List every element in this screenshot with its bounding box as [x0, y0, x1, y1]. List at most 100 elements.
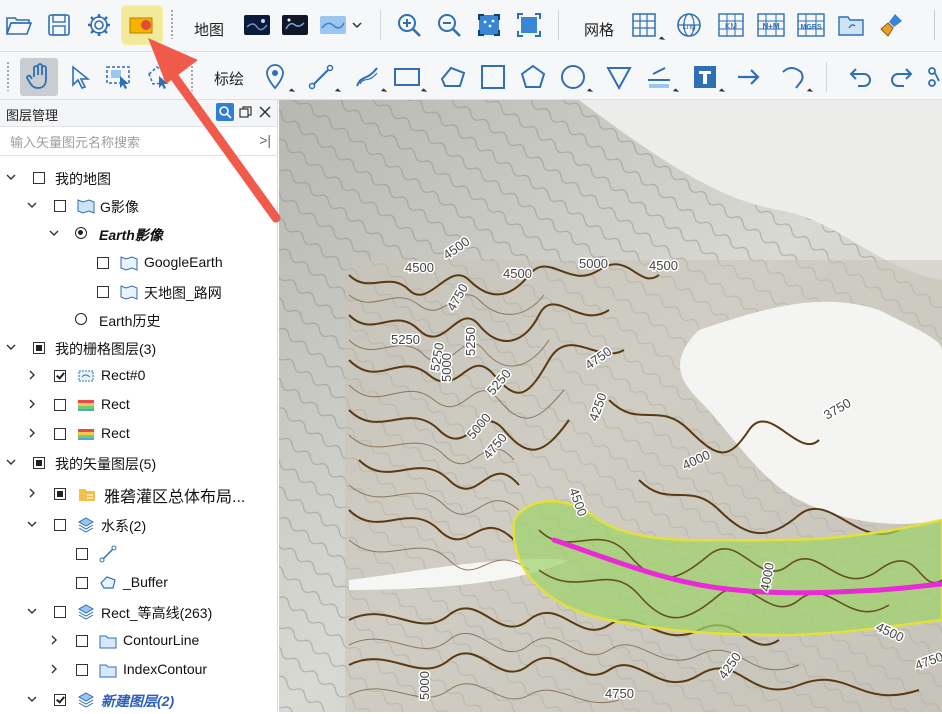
measure-icon[interactable]: [642, 60, 680, 95]
layer-checkbox[interactable]: [54, 370, 66, 382]
tree-node-g-imagery[interactable]: G影像: [0, 192, 278, 220]
hook-icon[interactable]: [776, 60, 814, 95]
select-polygon-icon[interactable]: [142, 60, 176, 94]
map-menu-label[interactable]: 地图: [194, 19, 224, 40]
rectangle-icon[interactable]: [390, 60, 428, 95]
layer-checkbox[interactable]: [97, 257, 109, 269]
chevron-right-icon[interactable]: [48, 663, 60, 675]
layer-checkbox[interactable]: [54, 519, 66, 531]
layer-checkbox[interactable]: [54, 428, 66, 440]
layer-radio[interactable]: [75, 227, 87, 239]
tree-node-rect0[interactable]: Rect#0: [0, 362, 278, 390]
layer-checkbox[interactable]: [76, 548, 88, 560]
circle-icon[interactable]: [556, 60, 594, 95]
tree-node-polyline-feature[interactable]: [0, 540, 278, 568]
full-extent-icon[interactable]: [512, 8, 546, 42]
layer-checkbox[interactable]: [33, 172, 45, 184]
grid-menu-label[interactable]: 网格: [584, 19, 614, 40]
curve-icon[interactable]: [350, 60, 388, 95]
chevron-right-icon[interactable]: [26, 427, 38, 439]
layer-checkbox[interactable]: [54, 488, 66, 500]
polygon-icon[interactable]: [436, 60, 470, 94]
settings-icon[interactable]: [82, 8, 116, 42]
chevron-down-icon[interactable]: [48, 227, 60, 239]
text-icon[interactable]: [688, 60, 726, 95]
undo-icon[interactable]: [844, 60, 878, 94]
tree-node-earth-history[interactable]: Earth历史: [0, 306, 278, 334]
layer-checkbox[interactable]: [97, 286, 109, 298]
terrain-map[interactable]: 4500 4500 4500 5000 4500 4750 5250 5250 …: [279, 100, 942, 712]
layer-checkbox[interactable]: [54, 694, 66, 706]
tree-node-index-contour[interactable]: IndexContour: [0, 656, 278, 684]
pan-hand-icon[interactable]: [20, 58, 58, 96]
select-arrow-icon[interactable]: [62, 60, 96, 94]
annotate-menu-label[interactable]: 标绘: [214, 68, 244, 89]
tree-node-rect-b[interactable]: Rect: [0, 420, 278, 448]
tree-node-vector-layers[interactable]: 我的矢量图层(5): [0, 449, 278, 477]
line-icon[interactable]: [304, 60, 342, 95]
folder-export-icon[interactable]: [834, 8, 868, 42]
tree-node-raster-layers[interactable]: 我的栅格图层(3): [0, 334, 278, 362]
chevron-down-icon[interactable]: [5, 341, 17, 353]
square-icon[interactable]: [476, 60, 510, 94]
layer-checkbox[interactable]: [76, 635, 88, 647]
redo-icon[interactable]: [884, 60, 918, 94]
more-icon[interactable]: [922, 60, 942, 94]
tree-node-contour-group[interactable]: Rect_等高线(263): [0, 598, 278, 626]
chevron-down-icon[interactable]: [5, 456, 17, 468]
chevron-right-icon[interactable]: [26, 398, 38, 410]
chevron-down-icon[interactable]: [26, 693, 38, 705]
map-tile-earth-icon[interactable]: [278, 8, 312, 42]
tree-node-earth-imagery[interactable]: Earth影像: [0, 220, 278, 248]
layer-radio[interactable]: [75, 313, 87, 325]
tree-node-new-layer[interactable]: 新建图层(2): [0, 686, 278, 714]
tree-node-contour-line[interactable]: ContourLine: [0, 627, 278, 655]
tree-node-buffer[interactable]: _Buffer: [0, 569, 278, 597]
chevron-down-icon[interactable]: [26, 605, 38, 617]
nm-grid-icon[interactable]: N+M: [754, 8, 788, 42]
highlighted-layer-icon[interactable]: [123, 7, 161, 43]
save-icon[interactable]: [42, 8, 76, 42]
layer-checkbox[interactable]: [33, 457, 45, 469]
chevron-right-icon[interactable]: [26, 369, 38, 381]
brush-icon[interactable]: [874, 8, 908, 42]
chevron-down-icon[interactable]: [26, 518, 38, 530]
tree-node-rect-a[interactable]: Rect: [0, 391, 278, 419]
chevron-right-icon[interactable]: [48, 634, 60, 646]
layer-checkbox[interactable]: [76, 664, 88, 676]
float-panel-icon[interactable]: [236, 103, 254, 121]
zoom-in-icon[interactable]: [392, 8, 426, 42]
select-box-icon[interactable]: [102, 60, 136, 94]
folder-open-icon[interactable]: [2, 8, 36, 42]
tree-node-yalong-irrigation[interactable]: 雅砻灌区总体布局...: [0, 480, 278, 508]
search-icon[interactable]: [216, 103, 234, 121]
map-source-dropdown-icon[interactable]: [318, 8, 366, 42]
layer-checkbox[interactable]: [54, 399, 66, 411]
search-submit-button[interactable]: >|: [259, 132, 271, 148]
tree-node-water-system[interactable]: 水系(2): [0, 511, 278, 539]
close-icon[interactable]: [256, 103, 274, 121]
chevron-right-icon[interactable]: [26, 487, 38, 499]
tree-node-tianditu-road[interactable]: 天地图_路网: [0, 278, 278, 306]
tree-node-my-map[interactable]: 我的地图: [0, 164, 278, 192]
map-tile-night-icon[interactable]: [240, 8, 274, 42]
chevron-down-icon[interactable]: [5, 171, 17, 183]
placemark-icon[interactable]: [258, 60, 296, 95]
lng-globe-icon[interactable]: Lng: [672, 8, 706, 42]
layer-checkbox[interactable]: [76, 577, 88, 589]
mgrs-grid-icon[interactable]: MGRS: [794, 8, 828, 42]
tree-node-google-earth[interactable]: GoogleEarth: [0, 249, 278, 277]
zoom-out-icon[interactable]: [432, 8, 466, 42]
pentagon-icon[interactable]: [516, 60, 550, 94]
search-input[interactable]: [8, 130, 248, 154]
map-canvas[interactable]: 4500 4500 4500 5000 4500 4750 5250 5250 …: [279, 100, 942, 712]
arrow-icon[interactable]: [732, 60, 766, 94]
layer-checkbox[interactable]: [54, 200, 66, 212]
layer-checkbox[interactable]: [54, 606, 66, 618]
grid-icon[interactable]: [628, 8, 666, 43]
zoom-selection-icon[interactable]: [472, 8, 506, 42]
cone-icon[interactable]: [602, 60, 636, 94]
layer-checkbox[interactable]: [33, 342, 45, 354]
chevron-down-icon[interactable]: [26, 199, 38, 211]
km-grid-icon[interactable]: KM: [714, 8, 748, 42]
